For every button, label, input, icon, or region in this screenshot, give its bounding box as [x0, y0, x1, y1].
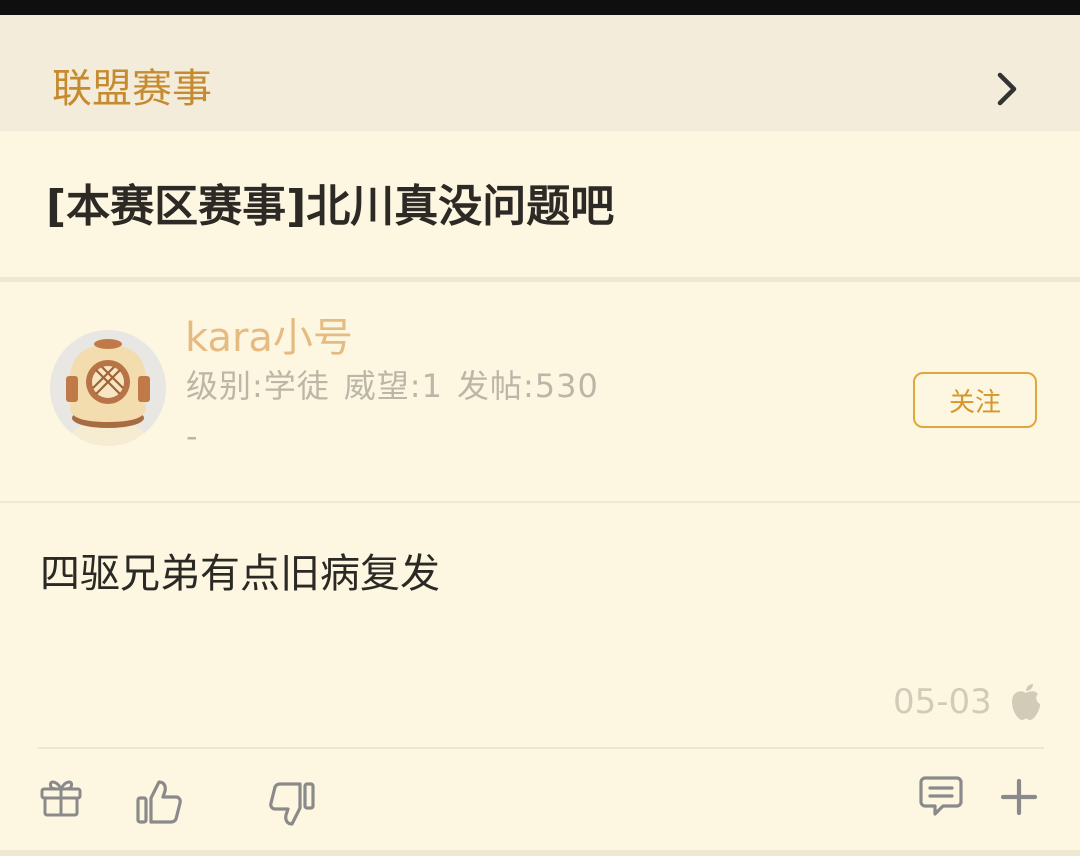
author-signature: -	[186, 417, 198, 455]
author-post-count: 发帖:530	[456, 367, 599, 405]
gift-icon[interactable]	[39, 776, 83, 818]
post-title: [本赛区赛事]北川真没问题吧	[46, 181, 615, 232]
apple-icon	[1012, 684, 1040, 720]
section-divider	[0, 277, 1080, 282]
diving-helmet-avatar-icon	[50, 330, 166, 446]
chevron-right-icon[interactable]	[990, 71, 1026, 107]
board-name[interactable]: 联盟赛事	[52, 63, 212, 115]
status-bar	[0, 0, 1080, 15]
board-header[interactable]: 联盟赛事	[0, 15, 1080, 131]
thumbs-up-icon[interactable]	[135, 778, 183, 826]
post-date: 05-03	[893, 682, 992, 722]
thumbs-down-icon[interactable]	[268, 780, 316, 828]
author-divider	[0, 501, 1080, 503]
author-level: 级别:学徒	[186, 367, 330, 405]
author-prestige: 威望:1	[343, 367, 443, 405]
plus-icon[interactable]	[1000, 778, 1038, 816]
follow-button[interactable]: 关注	[913, 372, 1037, 428]
bottom-divider	[0, 850, 1080, 856]
avatar[interactable]	[50, 330, 166, 446]
author-stats: 级别:学徒 威望:1 发帖:530	[186, 364, 613, 408]
post-body: 四驱兄弟有点旧病复发	[40, 551, 440, 597]
author-name[interactable]: kara小号	[185, 314, 353, 362]
comment-icon[interactable]	[919, 775, 963, 817]
action-divider	[38, 747, 1044, 749]
post-title-section: [本赛区赛事]北川真没问题吧	[0, 131, 1080, 277]
